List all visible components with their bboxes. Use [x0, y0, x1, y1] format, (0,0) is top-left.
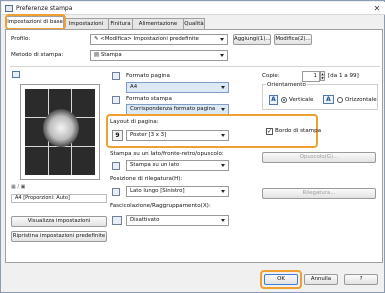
landscape-radio[interactable]	[337, 97, 343, 103]
page-size-select[interactable]: A4	[126, 82, 229, 93]
close-icon[interactable]: ✕	[371, 3, 383, 14]
duplex-select[interactable]: Stampa su un lato	[126, 160, 229, 171]
duplex-label: Stampa su un lato/fronte-retro/opuscolo:	[110, 151, 224, 157]
chevron-down-icon	[221, 190, 225, 193]
portrait-radio[interactable]	[281, 97, 287, 103]
binding-select[interactable]: Lato lungo [Sinistro]	[126, 186, 229, 197]
binding-label: Posizione di rilegatura(H):	[110, 176, 183, 182]
page-border-label[interactable]: Bordo di stampa	[275, 128, 321, 134]
printer-icon	[5, 5, 13, 12]
separator	[10, 66, 380, 67]
profile-value: <Modifica> Impostazioni predefinite	[100, 36, 199, 42]
tab-quality[interactable]: Qualità	[183, 18, 205, 29]
edit-profile-button[interactable]: Modifica(2)...	[274, 34, 312, 45]
tab-page-setup[interactable]: Impostazioni pagina	[63, 18, 109, 37]
restore-defaults-button[interactable]: Ripristina impostazioni predefinite	[11, 231, 107, 242]
output-method-label: Metodo di stampa:	[11, 52, 64, 58]
collate-select[interactable]: Disattivato	[126, 215, 229, 226]
page-layout-value: Poster [3 x 3]	[130, 132, 167, 138]
copies-range: [da 1 a 99]	[328, 73, 359, 79]
page-layout-select[interactable]: Poster [3 x 3]	[126, 130, 229, 141]
basic-settings-panel: Profilo: ✎ <Modifica> Impostazioni prede…	[5, 29, 383, 263]
chevron-down-icon	[221, 164, 225, 167]
poster-grid	[25, 89, 95, 175]
copies-label: Copie:	[262, 73, 280, 79]
chevron-down-icon	[221, 134, 225, 137]
collate-label: Fascicolazione/Raggruppamento(X):	[110, 203, 211, 209]
view-settings-button[interactable]: Visualizza impostazioni	[11, 216, 107, 227]
preview-caption: A4 [Proporzioni: Auto]	[11, 194, 107, 203]
preview-mode-icon[interactable]	[12, 71, 20, 78]
chevron-down-icon	[220, 54, 224, 57]
binding-icon	[112, 188, 120, 196]
print-preferences-window: Preferenze stampa ✕ Impostazioni pagina …	[0, 0, 385, 293]
cancel-button[interactable]: Annulla	[304, 274, 338, 285]
tab-paper-source[interactable]: Alimentazione carta	[132, 18, 184, 37]
tab-strip: Impostazioni pagina Finitura Alimentazio…	[5, 14, 383, 37]
window-title: Preferenze stampa	[16, 5, 73, 12]
duplex-value: Stampa su un lato	[130, 162, 180, 168]
page-size-label: Formato pagina	[126, 73, 170, 79]
page-size-icon	[112, 72, 120, 80]
copies-stepper[interactable]: ▲ ▼	[320, 71, 325, 81]
preview-controls-icon[interactable]: ▦ / ▣	[11, 184, 33, 192]
output-method-select[interactable]: ▤ Stampa	[90, 50, 228, 61]
copies-input[interactable]: 1	[302, 71, 320, 82]
landscape-label[interactable]: Orizzontale	[345, 97, 377, 103]
output-size-icon	[112, 96, 120, 104]
chevron-down-icon	[221, 86, 225, 89]
output-size-label: Formato stampa	[126, 96, 172, 102]
collate-value: Disattivato	[130, 217, 160, 223]
binding-button[interactable]: Rilegatura...	[262, 188, 376, 199]
output-method-value: Stampa	[100, 52, 122, 58]
help-button[interactable]: ?	[344, 274, 378, 285]
page-layout-label: Layout di pagina:	[110, 119, 159, 125]
chevron-down-icon	[221, 219, 225, 222]
chevron-down-icon	[221, 108, 225, 111]
duplex-icon	[112, 162, 120, 170]
flower-image	[43, 109, 79, 147]
output-size-value: Corrispondenza formato pagina	[130, 106, 216, 112]
profile-label: Profilo:	[11, 36, 31, 42]
collate-icon	[112, 216, 122, 225]
binding-value: Lato lungo [Sinistro]	[130, 188, 185, 194]
chevron-down-icon	[220, 38, 224, 41]
orientation-label: Orientamento	[266, 82, 307, 88]
poster-layout-icon: 9	[112, 130, 123, 141]
page-preview	[20, 84, 100, 180]
tab-highlight	[5, 14, 66, 30]
portrait-icon: A	[269, 95, 278, 105]
tab-finishing[interactable]: Finitura	[108, 18, 133, 29]
booklet-button[interactable]: Opuscolo(G)...	[262, 152, 376, 163]
orientation-group: Orientamento A Verticale A Orizzontale	[262, 82, 378, 110]
printer-small-icon: ▤	[94, 52, 101, 58]
add-profile-button[interactable]: Aggiungi(1)...	[233, 34, 271, 45]
page-border-checkbox[interactable]: ✓	[266, 128, 273, 135]
portrait-label[interactable]: Verticale	[289, 97, 313, 103]
profile-select[interactable]: ✎ <Modifica> Impostazioni predefinite	[90, 34, 228, 45]
ok-button[interactable]: OK	[264, 274, 298, 285]
landscape-icon: A	[323, 95, 334, 104]
page-size-value: A4	[130, 84, 138, 90]
